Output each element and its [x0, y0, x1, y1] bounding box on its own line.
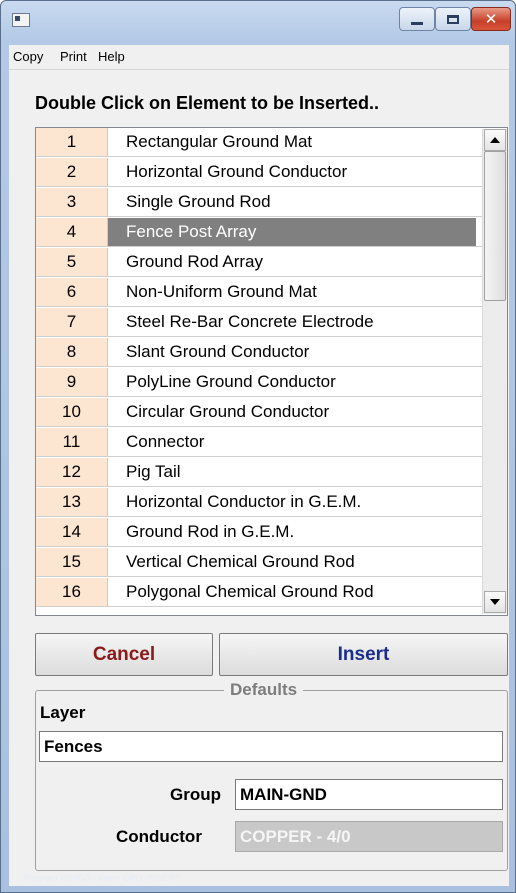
row-number: 8	[36, 338, 108, 366]
row-label: Ground Rod Array	[126, 252, 264, 271]
maximize-icon	[447, 14, 459, 24]
cancel-button[interactable]: Cancel	[35, 633, 213, 676]
minimize-icon	[411, 21, 423, 25]
row-number: 1	[36, 128, 108, 156]
row-label: Non-Uniform Ground Mat	[126, 282, 317, 301]
row-label: Rectangular Ground Mat	[126, 132, 313, 151]
conductor-field[interactable]: COPPER - 4/0	[235, 821, 503, 852]
row-number: 4	[36, 218, 108, 246]
list-row[interactable]: 7 Steel Re-Bar Concrete Electrode	[36, 308, 483, 337]
defaults-group: Defaults Layer Fences Group MAIN-GND Con…	[35, 680, 508, 871]
row-label: Horizontal Ground Conductor	[126, 162, 348, 181]
list-row[interactable]: 3 Single Ground Rod	[36, 188, 483, 217]
layer-label: Layer	[40, 703, 86, 722]
instruction-heading: Double Click on Element to be Inserted..	[35, 93, 380, 113]
row-number: 16	[36, 578, 108, 606]
element-list[interactable]: 1 Rectangular Ground Mat 2 Horizontal Groun…	[35, 127, 508, 616]
row-label: Steel Re-Bar Concrete Electrode	[126, 312, 374, 331]
layer-field[interactable]: Fences	[39, 731, 503, 762]
row-label: Polygonal Chemical Ground Rod	[126, 582, 374, 601]
list-row[interactable]: 1 Rectangular Ground Mat	[36, 128, 483, 157]
list-row[interactable]: 14 Ground Rod in G.E.M.	[36, 518, 483, 547]
row-number: 9	[36, 368, 108, 396]
list-scrollbar[interactable]	[482, 129, 507, 614]
defaults-title: Defaults	[224, 680, 304, 700]
list-row[interactable]: 11 Connector	[36, 428, 483, 457]
menu-bar: Copy Print Help	[9, 45, 509, 70]
row-label: Single Ground Rod	[126, 192, 271, 211]
arrow-down-icon	[490, 599, 500, 605]
row-number: 7	[36, 308, 108, 336]
row-label: Vertical Chemical Ground Rod	[126, 552, 355, 571]
row-number: 2	[36, 158, 108, 186]
row-label: Slant Ground Conductor	[126, 342, 310, 361]
list-row[interactable]: 13 Horizontal Conductor in G.E.M.	[36, 488, 483, 517]
group-field[interactable]: MAIN-GND	[235, 779, 503, 810]
dialog-window: ✕ Copy Print Help Double Click on Elemen…	[0, 0, 516, 893]
close-icon: ✕	[484, 9, 498, 28]
status-text: Program WinIGS - Form GRD_INSERT	[23, 873, 181, 883]
row-label: Connector	[126, 432, 205, 451]
list-row[interactable]: 15 Vertical Chemical Ground Rod	[36, 548, 483, 577]
insert-button[interactable]: Insert	[219, 633, 508, 676]
list-row[interactable]: 16 Polygonal Chemical Ground Rod	[36, 578, 483, 607]
group-label: Group	[170, 785, 221, 804]
scroll-down-button[interactable]	[484, 591, 506, 613]
row-label: Pig Tail	[126, 462, 181, 481]
client-area: Copy Print Help Double Click on Element …	[9, 45, 509, 886]
row-number: 3	[36, 188, 108, 216]
list-row[interactable]: 2 Horizontal Ground Conductor	[36, 158, 483, 187]
scroll-thumb[interactable]	[484, 151, 506, 301]
close-button[interactable]: ✕	[471, 7, 511, 31]
row-number: 14	[36, 518, 108, 546]
row-label: Ground Rod in G.E.M.	[126, 522, 295, 541]
row-number: 12	[36, 458, 108, 486]
row-number: 5	[36, 248, 108, 276]
list-row[interactable]: 10 Circular Ground Conductor	[36, 398, 483, 427]
row-label: PolyLine Ground Conductor	[126, 372, 336, 391]
row-number: 11	[36, 428, 108, 456]
scroll-up-button[interactable]	[484, 129, 506, 151]
list-row[interactable]: 8 Slant Ground Conductor	[36, 338, 483, 367]
app-icon[interactable]	[12, 13, 30, 27]
list-row[interactable]: 9 PolyLine Ground Conductor	[36, 368, 483, 397]
row-label: Horizontal Conductor in G.E.M.	[126, 492, 362, 511]
row-label: Circular Ground Conductor	[126, 402, 330, 421]
arrow-up-icon	[490, 137, 500, 143]
menu-help[interactable]: Help	[98, 49, 125, 64]
maximize-button[interactable]	[435, 7, 471, 31]
list-row[interactable]: 12 Pig Tail	[36, 458, 483, 487]
menu-copy[interactable]: Copy	[13, 49, 43, 64]
list-row[interactable]: 5 Ground Rod Array	[36, 248, 483, 277]
row-number: 13	[36, 488, 108, 516]
list-row[interactable]: 4 Fence Post Array	[36, 218, 483, 247]
row-number: 15	[36, 548, 108, 576]
row-number: 10	[36, 398, 108, 426]
conductor-label: Conductor	[116, 827, 202, 846]
row-number: 6	[36, 278, 108, 306]
title-bar[interactable]: ✕	[1, 1, 515, 45]
list-row[interactable]: 6 Non-Uniform Ground Mat	[36, 278, 483, 307]
row-label: Fence Post Array	[126, 222, 257, 241]
menu-print[interactable]: Print	[60, 49, 87, 64]
minimize-button[interactable]	[399, 7, 435, 31]
